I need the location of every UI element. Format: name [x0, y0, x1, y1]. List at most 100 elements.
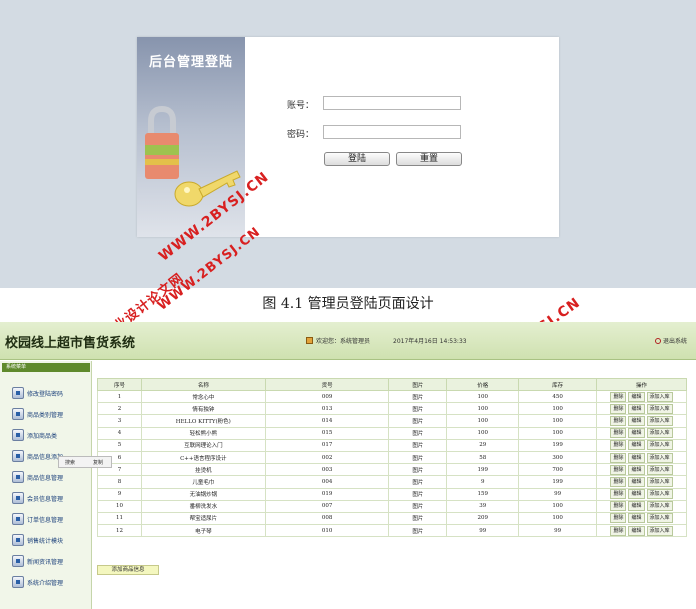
table-cell: 图片 — [388, 438, 448, 452]
stock-in-button[interactable]: 添加入库 — [646, 489, 673, 500]
edit-button[interactable]: 编辑 — [628, 501, 645, 512]
sidebar-item-label: 商品类别管理 — [27, 412, 64, 419]
sidebar-item-order-manage[interactable]: 订单信息管理 — [8, 512, 88, 526]
delete-button[interactable]: 删除 — [610, 476, 627, 487]
account-input[interactable] — [323, 96, 461, 110]
table-cell: 015 — [264, 426, 390, 440]
stock-in-button[interactable]: 添加入库 — [646, 452, 673, 463]
stock-in-button[interactable]: 添加入库 — [646, 440, 673, 451]
delete-button[interactable]: 删除 — [610, 525, 627, 536]
table-cell: 003 — [264, 463, 390, 477]
sidebar-item-system-intro[interactable]: 系统介绍管理 — [8, 575, 88, 589]
table-header-row: 序号 名称 货号 图片 价格 库存 操作 — [97, 378, 687, 391]
table-row: 9 无油锅炒锅 019 图片 159 99 删除 编辑 添加入库 — [97, 487, 687, 501]
logout-link[interactable]: 退出系统 — [655, 336, 687, 345]
delete-button[interactable]: 删除 — [610, 452, 627, 463]
add-product-button[interactable]: 添加商品信息 — [97, 565, 159, 575]
table-cell: 1 — [97, 389, 142, 404]
stock-in-button[interactable]: 添加入库 — [646, 513, 673, 524]
delete-button[interactable]: 删除 — [610, 403, 627, 414]
login-screen: 后台管理登陆 账号： 密码： 登陆 重置 — [0, 0, 696, 288]
edit-button[interactable]: 编辑 — [628, 513, 645, 524]
menu-icon — [12, 555, 24, 567]
table-row: 5 互联网理论入门 017 图片 29 199 删除 编辑 添加入库 — [97, 438, 687, 452]
sidebar-item-news-manage[interactable]: 新闻资讯管理 — [8, 554, 88, 568]
table-row: 1 常念心中 009 图片 100 450 删除 编辑 添加入库 — [97, 389, 687, 404]
table-cell: 图片 — [388, 426, 448, 440]
table-row: 7 挂烫机 003 图片 199 700 删除 编辑 添加入库 — [97, 463, 687, 477]
reset-button[interactable]: 重置 — [396, 152, 462, 166]
delete-button[interactable]: 删除 — [610, 391, 627, 402]
stock-in-button[interactable]: 添加入库 — [646, 476, 673, 487]
table-cell: 图片 — [388, 511, 448, 526]
menu-icon — [12, 471, 24, 483]
sidebar-item-label: 添加商品类 — [27, 433, 58, 440]
sidebar-item-sales-stats[interactable]: 销售统计模块 — [8, 533, 88, 547]
product-list-panel: 序号 名称 货号 图片 价格 库存 操作 1 常念心中 009 图片 100 450 删除编… — [97, 372, 689, 592]
edit-button[interactable]: 编辑 — [628, 440, 645, 451]
delete-button[interactable]: 删除 — [610, 428, 627, 439]
edit-button[interactable]: 编辑 — [628, 452, 645, 463]
delete-button[interactable]: 删除 — [610, 513, 627, 524]
stock-in-button[interactable]: 添加入库 — [646, 501, 673, 512]
edit-button[interactable]: 编辑 — [628, 476, 645, 487]
table-row: 10 番柳洗发水 007 图片 39 100 删除 编辑 添加入库 — [97, 499, 687, 513]
menu-icon — [12, 534, 24, 546]
table-cell: 3 — [97, 414, 142, 428]
row-actions: 删除 编辑 添加入库 — [596, 463, 687, 477]
table-cell: 58 — [446, 450, 520, 465]
stock-in-button[interactable]: 添加入库 — [646, 525, 673, 536]
table-row: 2 情有独钟 013 图片 100 100 删除 编辑 添加入库 — [97, 402, 687, 416]
stock-in-button[interactable]: 添加入库 — [646, 428, 673, 439]
menu-icon — [12, 450, 24, 462]
table-cell: C++语言程序设计 — [140, 450, 266, 465]
login-button[interactable]: 登陆 — [324, 152, 390, 166]
figure-caption: 图 4.1 管理员登陆页面设计 — [262, 296, 434, 312]
password-input[interactable] — [323, 125, 461, 139]
sidebar-item-product-manage[interactable]: 商品信息管理 — [8, 470, 88, 484]
column-header: 图片 — [388, 378, 448, 391]
delete-button[interactable]: 删除 — [610, 440, 627, 451]
stock-in-button[interactable]: 添加入库 — [646, 464, 673, 475]
menu-icon — [12, 408, 24, 420]
stock-in-button[interactable]: 添加入库 — [646, 391, 673, 402]
row-actions: 删除 编辑 添加入库 — [596, 426, 687, 440]
datetime: 2017年4月16日 14:53:33 — [393, 338, 467, 345]
user-icon — [306, 337, 313, 344]
sidebar-item-category[interactable]: 商品类别管理 — [8, 407, 88, 421]
stock-in-button[interactable]: 添加入库 — [646, 403, 673, 414]
edit-button[interactable]: 编辑 — [628, 403, 645, 414]
account-label: 账号： — [287, 101, 315, 111]
delete-button[interactable]: 删除 — [610, 489, 627, 500]
sidebar-item-member-manage[interactable]: 会员信息管理 — [8, 491, 88, 505]
table-row: 6 C++语言程序设计 002 图片 58 300 删除 编辑 添加入库 — [97, 450, 687, 465]
stock-in-button[interactable]: 添加入库 — [646, 415, 673, 426]
context-menu-copy[interactable]: 复制 — [93, 459, 103, 466]
sidebar-item-change-password[interactable]: 修改登陆密码 — [8, 386, 88, 400]
context-menu-search[interactable]: 搜索 — [65, 459, 75, 466]
edit-button[interactable]: 编辑 — [628, 428, 645, 439]
edit-button[interactable]: 编辑 — [628, 525, 645, 536]
delete-button[interactable]: 删除 — [610, 415, 627, 426]
edit-button[interactable]: 编辑 — [628, 489, 645, 500]
table-cell: 100 — [446, 402, 520, 416]
sidebar-item-add-category[interactable]: 添加商品类 — [8, 428, 88, 442]
table-cell: 700 — [518, 463, 597, 477]
edit-button[interactable]: 编辑 — [628, 464, 645, 475]
edit-button[interactable]: 编辑 — [628, 415, 645, 426]
delete-button[interactable]: 删除 — [610, 501, 627, 512]
edit-button[interactable]: 编辑 — [628, 391, 645, 402]
sidebar: 系统菜单 修改登陆密码 商品类别管理 添加商品类 商品信息添加 商品信息管理 会… — [0, 361, 92, 609]
delete-button[interactable]: 删除 — [610, 464, 627, 475]
table-cell: 100 — [446, 389, 520, 404]
column-header: 货号 — [264, 378, 390, 391]
table-cell: 9 — [446, 475, 520, 489]
sidebar-item-label: 新闻资讯管理 — [27, 559, 64, 566]
table-cell: 12 — [97, 524, 142, 538]
table-cell: 100 — [518, 426, 597, 440]
table-cell: 209 — [446, 511, 520, 526]
row-actions: 删除 编辑 添加入库 — [596, 475, 687, 489]
login-form: 账号： 密码： 登陆 重置 — [245, 37, 559, 237]
table-cell: 013 — [264, 402, 390, 416]
row-actions: 删除 编辑 添加入库 — [596, 402, 687, 416]
